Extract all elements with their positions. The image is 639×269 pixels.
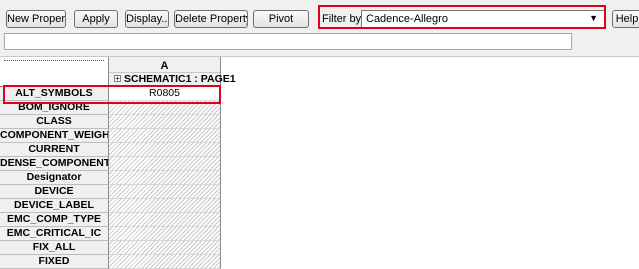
grid-cell[interactable] xyxy=(109,171,221,185)
row-header[interactable]: CLASS xyxy=(0,115,109,129)
new-property-button[interactable]: New Property... xyxy=(6,10,66,28)
row-header[interactable]: EMC_CRITICAL_IC xyxy=(0,227,109,241)
column-letter: A xyxy=(160,60,169,72)
row-header[interactable]: DEVICE_LABEL xyxy=(0,199,109,213)
filter-highlight-box xyxy=(318,5,606,29)
display-button[interactable]: Display... xyxy=(125,10,169,28)
delete-property-button[interactable]: Delete Property xyxy=(174,10,248,28)
grid-cell[interactable] xyxy=(109,241,221,255)
grid-cell[interactable] xyxy=(109,143,221,157)
grid-corner xyxy=(0,57,109,87)
row-header[interactable]: DENSE_COMPONENT xyxy=(0,157,109,171)
row-header[interactable]: DEVICE xyxy=(0,185,109,199)
row-header[interactable]: EMC_COMP_TYPE xyxy=(0,213,109,227)
grid-cell[interactable] xyxy=(109,185,221,199)
pivot-button[interactable]: Pivot xyxy=(253,10,309,28)
grid-cell[interactable] xyxy=(109,157,221,171)
toolbar: New Property... Apply Display... Delete … xyxy=(0,0,639,57)
grid-cell[interactable] xyxy=(109,255,221,269)
row-header[interactable]: Designator xyxy=(0,171,109,185)
property-value-input[interactable] xyxy=(4,33,572,50)
grid-cell[interactable] xyxy=(109,129,221,143)
grid-cell[interactable] xyxy=(109,227,221,241)
apply-button[interactable]: Apply xyxy=(74,10,118,28)
expand-icon[interactable]: + xyxy=(114,75,121,83)
grid-cell[interactable] xyxy=(109,213,221,227)
grid-cell[interactable] xyxy=(109,115,221,129)
column-name: SCHEMATIC1 : PAGE1 xyxy=(124,73,236,85)
row-header[interactable]: COMPONENT_WEIGHT xyxy=(0,129,109,143)
grid-cell[interactable] xyxy=(109,199,221,213)
alt-symbols-highlight-box xyxy=(3,85,221,104)
column-header-a[interactable]: A + SCHEMATIC1 : PAGE1 xyxy=(109,57,236,87)
row-header[interactable]: FIXED xyxy=(0,255,109,269)
row-header[interactable]: CURRENT xyxy=(0,143,109,157)
help-button[interactable]: Help xyxy=(612,10,639,28)
row-header[interactable]: FIX_ALL xyxy=(0,241,109,255)
